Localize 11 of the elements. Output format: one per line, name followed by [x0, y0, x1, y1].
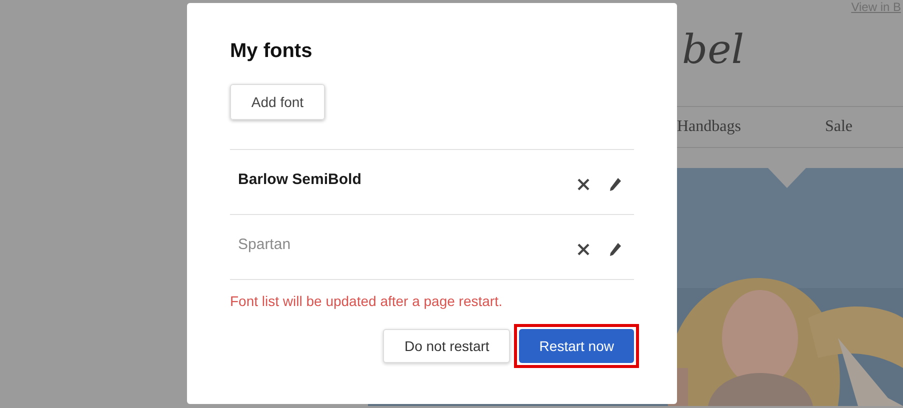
nav-item[interactable]: Sale — [824, 115, 853, 139]
cancel-button[interactable]: Do not restart — [383, 329, 510, 363]
dialog-title: My fonts — [230, 39, 314, 63]
font-name: Barlow SemiBold — [237, 170, 362, 190]
nav-item[interactable]: Handbags — [677, 115, 741, 139]
restart-button[interactable]: Restart now — [519, 329, 634, 363]
add-font-button[interactable]: Add font — [230, 84, 325, 120]
notice-text: Font list will be updated after a page restart. — [230, 292, 504, 311]
font-name: Spartan — [237, 235, 291, 255]
caret-icon — [768, 168, 806, 188]
logo: bel — [682, 30, 744, 70]
